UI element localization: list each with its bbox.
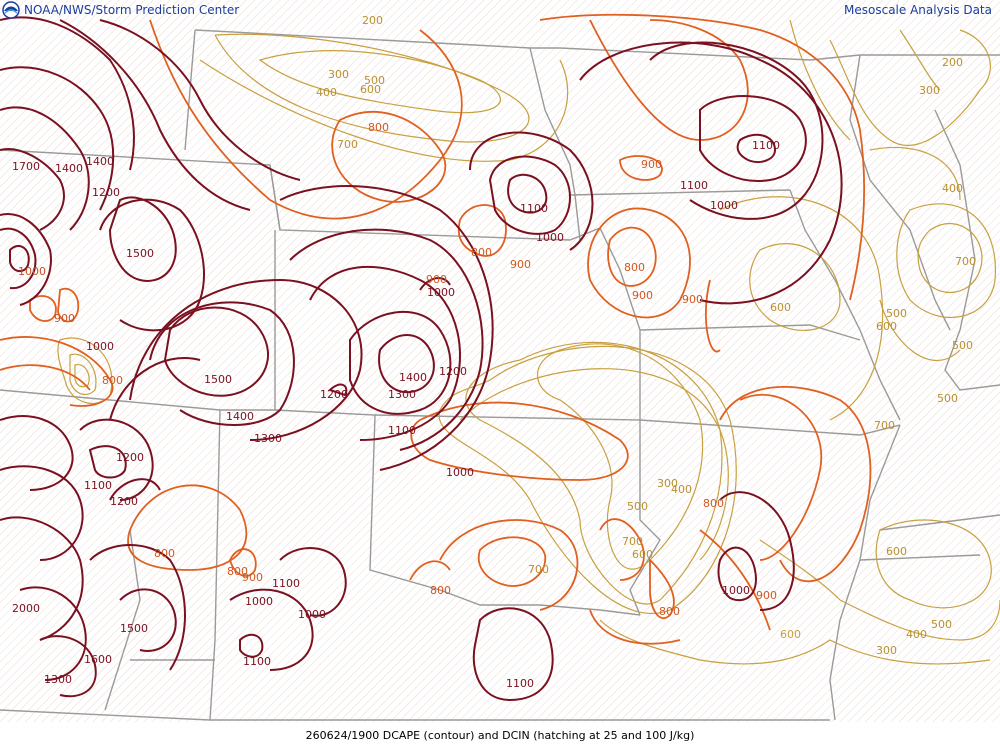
label-1700: 1700 bbox=[12, 160, 40, 173]
label-400b: 400 bbox=[671, 483, 692, 496]
label-900: 900 bbox=[641, 158, 662, 171]
label-800d: 800 bbox=[102, 374, 123, 387]
label-800c: 800 bbox=[624, 261, 645, 274]
label-700e: 700 bbox=[955, 255, 976, 268]
label-1000f: 1000 bbox=[446, 466, 474, 479]
label-1100e: 1100 bbox=[84, 479, 112, 492]
label-1300b: 1300 bbox=[388, 388, 416, 401]
label-1500c: 1500 bbox=[120, 622, 148, 635]
label-1200d: 1200 bbox=[116, 451, 144, 464]
header-title-right: Mesoscale Analysis Data bbox=[844, 3, 992, 17]
label-300c: 300 bbox=[876, 644, 897, 657]
label-1000h: 1000 bbox=[245, 595, 273, 608]
label-1100c: 1100 bbox=[520, 202, 548, 215]
label-900f: 900 bbox=[54, 312, 75, 325]
label-700b: 700 bbox=[622, 535, 643, 548]
label-900c: 900 bbox=[632, 289, 653, 302]
label-900g: 900 bbox=[242, 571, 263, 584]
label-400c: 400 bbox=[906, 628, 927, 641]
label-700: 700 bbox=[337, 138, 358, 151]
label-700c: 700 bbox=[528, 563, 549, 576]
label-1100d: 1100 bbox=[388, 424, 416, 437]
label-300d: 300 bbox=[919, 84, 940, 97]
label-1100: 1100 bbox=[752, 139, 780, 152]
label-1000g: 1000 bbox=[722, 584, 750, 597]
label-1200b: 1200 bbox=[320, 388, 348, 401]
label-300: 300 bbox=[328, 68, 349, 81]
label-800b: 800 bbox=[471, 246, 492, 259]
label-1300: 1400 bbox=[86, 155, 114, 168]
label-200b: 200 bbox=[942, 56, 963, 69]
dcape-map: 200 300 400 500 600 700 800 900 1100 110… bbox=[0, 0, 1000, 722]
label-800e: 800 bbox=[703, 497, 724, 510]
label-600e: 600 bbox=[886, 545, 907, 558]
label-500d: 500 bbox=[937, 392, 958, 405]
label-700d: 700 bbox=[874, 419, 895, 432]
map-caption: 260624/1900 DCAPE (contour) and DCIN (ha… bbox=[0, 722, 1000, 750]
label-500c: 500 bbox=[931, 618, 952, 631]
label-600b: 600 bbox=[770, 301, 791, 314]
label-600: 600 bbox=[360, 83, 381, 96]
label-1100b: 1100 bbox=[680, 179, 708, 192]
label-800i: 800 bbox=[659, 605, 680, 618]
label-1100h: 1100 bbox=[506, 677, 534, 690]
label-1500: 1500 bbox=[126, 247, 154, 260]
label-200: 200 bbox=[362, 14, 383, 27]
label-600d: 600 bbox=[780, 628, 801, 641]
label-1000d: 1000 bbox=[18, 265, 46, 278]
label-2000: 2000 bbox=[12, 602, 40, 615]
label-900h: 900 bbox=[756, 589, 777, 602]
label-1000i: 1000 bbox=[298, 608, 326, 621]
label-1400b: 1400 bbox=[399, 371, 427, 384]
label-1500b: 1500 bbox=[204, 373, 232, 386]
label-600f: 600 bbox=[876, 320, 897, 333]
label-1400c: 1400 bbox=[226, 410, 254, 423]
label-900e: 900 bbox=[426, 273, 447, 286]
label-1000: 1000 bbox=[710, 199, 738, 212]
label-1300c: 1300 bbox=[254, 432, 282, 445]
label-1200e: 1200 bbox=[110, 495, 138, 508]
noaa-logo-icon[interactable] bbox=[2, 1, 20, 19]
label-1000b: 1000 bbox=[536, 231, 564, 244]
label-800f: 800 bbox=[154, 547, 175, 560]
label-400: 400 bbox=[316, 86, 337, 99]
map-frame: 200 300 400 500 600 700 800 900 1100 110… bbox=[0, 0, 1000, 750]
label-1800: 1300 bbox=[44, 673, 72, 686]
label-900d: 900 bbox=[682, 293, 703, 306]
label-1200: 1200 bbox=[92, 186, 120, 199]
label-400d: 400 bbox=[942, 182, 963, 195]
label-500e: 500 bbox=[886, 307, 907, 320]
label-800: 800 bbox=[368, 121, 389, 134]
label-800h: 800 bbox=[430, 584, 451, 597]
label-500f: 500 bbox=[952, 339, 973, 352]
label-900b: 900 bbox=[510, 258, 531, 271]
label-1600: 1600 bbox=[84, 653, 112, 666]
label-1100f: 1100 bbox=[272, 577, 300, 590]
label-1200c: 1200 bbox=[439, 365, 467, 378]
label-600c: 600 bbox=[632, 548, 653, 561]
label-1100g: 1100 bbox=[243, 655, 271, 668]
label-1000c: 1000 bbox=[427, 286, 455, 299]
label-1400: 1400 bbox=[55, 162, 83, 175]
header-title-left[interactable]: NOAA/NWS/Storm Prediction Center bbox=[24, 0, 239, 20]
label-1000e: 1000 bbox=[86, 340, 114, 353]
label-500b: 500 bbox=[627, 500, 648, 513]
